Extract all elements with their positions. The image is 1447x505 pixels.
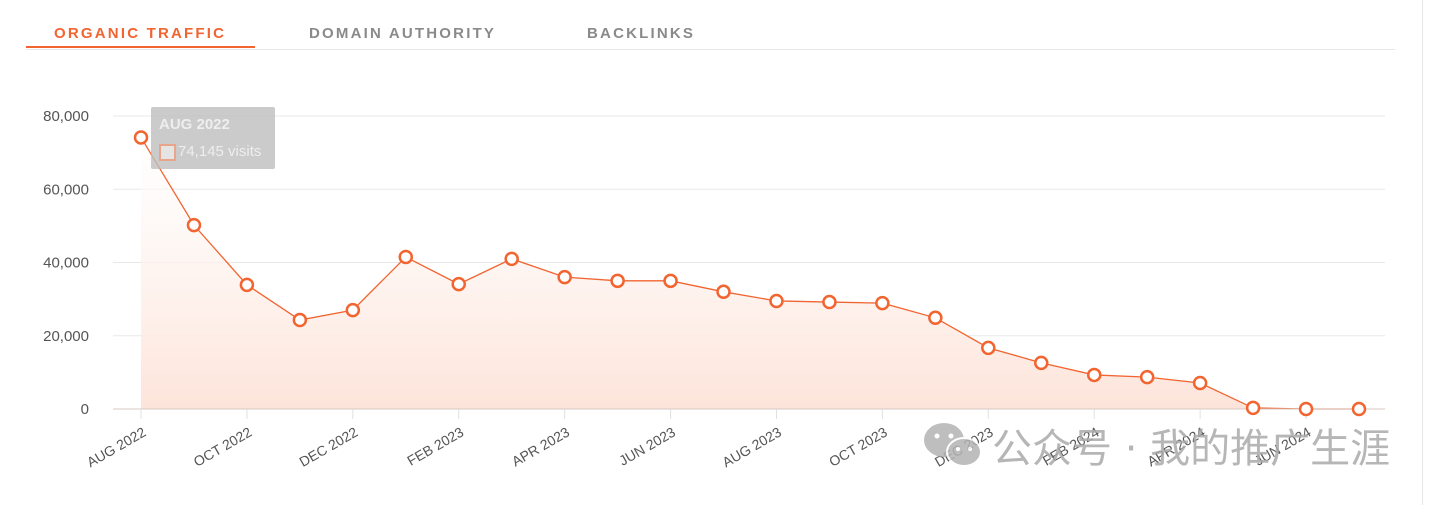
data-point (451, 276, 466, 292)
tooltip-swatch (159, 144, 176, 161)
wechat-icon (924, 423, 982, 467)
y-tick-label: 20,000 (43, 328, 89, 345)
data-point (716, 284, 731, 300)
y-tick-label: 0 (81, 401, 89, 418)
data-point (345, 302, 361, 318)
x-tick-label: DEC 2022 (296, 424, 360, 470)
data-point (1298, 401, 1314, 417)
data-point (928, 310, 943, 326)
data-point (981, 340, 996, 356)
y-tick-label: 40,000 (43, 255, 89, 272)
x-tick-label: APR 2023 (509, 424, 572, 470)
y-tick-label: 80,000 (43, 108, 89, 125)
tooltip-title: AUG 2022 (159, 116, 230, 133)
data-point (557, 269, 572, 285)
data-point (239, 277, 255, 293)
data-point (1245, 400, 1261, 416)
tooltip-value: 74,145 visits (178, 143, 262, 160)
data-point (504, 251, 519, 267)
data-point (186, 217, 202, 233)
data-point (133, 130, 149, 145)
y-tick-label: 60,000 (43, 181, 89, 198)
x-tick-label: FEB 2023 (404, 424, 466, 469)
x-tick-label: AUG 2022 (84, 424, 149, 471)
tooltip: AUG 2022 74,145 visits (151, 107, 275, 169)
data-point (875, 295, 890, 311)
data-point (1086, 367, 1102, 383)
data-point (663, 273, 678, 289)
watermark-text: 公众号 · 我的推广生涯 (992, 426, 1391, 472)
x-tick-label: OCT 2022 (191, 424, 255, 470)
data-point (1192, 375, 1208, 391)
area-fill (141, 137, 1359, 409)
data-point (610, 273, 625, 289)
data-point (292, 312, 308, 328)
data-point (1034, 355, 1049, 371)
x-tick-label: OCT 2023 (826, 424, 890, 470)
data-point (822, 294, 837, 310)
data-point (398, 249, 414, 265)
data-point (1139, 369, 1155, 385)
watermark: 公众号 · 我的推广生涯 (922, 420, 1390, 472)
data-point (769, 293, 784, 309)
x-tick-label: AUG 2023 (719, 424, 784, 471)
x-tick-label: JUN 2023 (616, 424, 678, 469)
data-point (1351, 401, 1367, 417)
